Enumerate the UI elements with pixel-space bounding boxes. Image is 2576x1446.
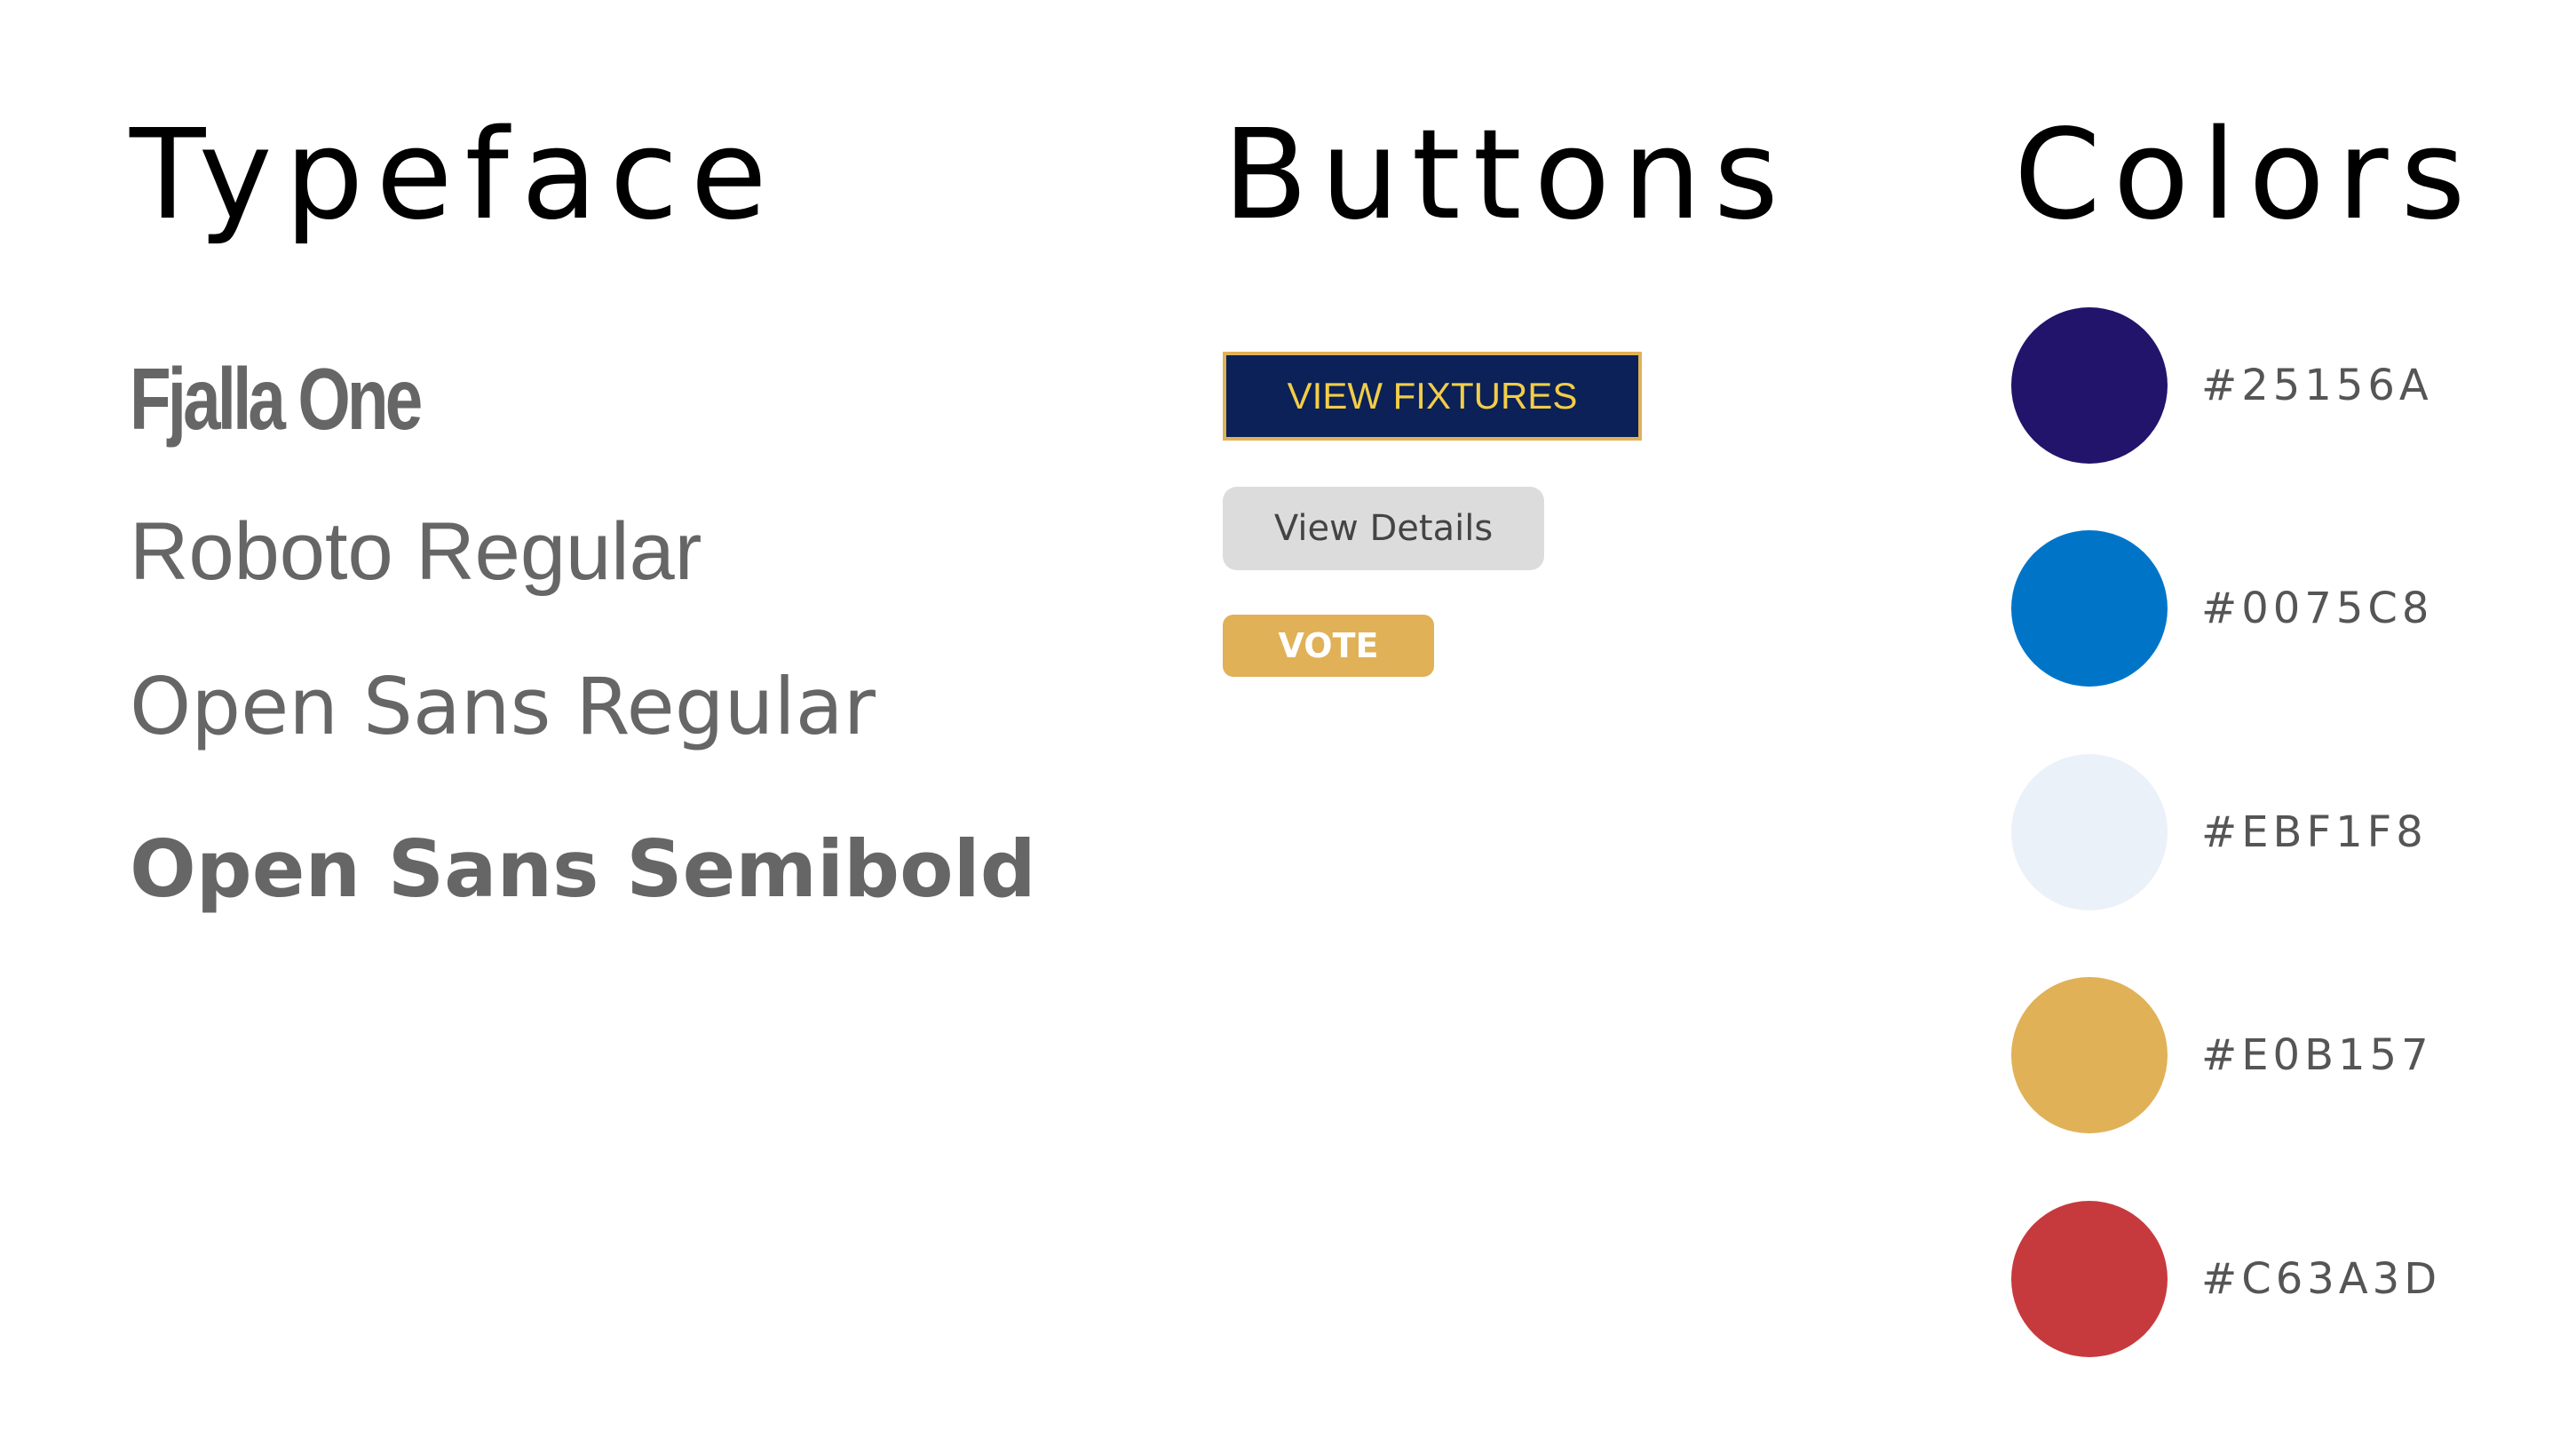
color-hex-label: #25156A (2201, 361, 2433, 410)
color-row: #25156A (2011, 307, 2433, 464)
font-sample-open-sans-regular: Open Sans Regular (130, 661, 876, 752)
view-fixtures-button[interactable]: VIEW FIXTURES (1223, 352, 1642, 441)
view-details-button[interactable]: View Details (1223, 487, 1544, 570)
color-hex-label: #EBF1F8 (2201, 807, 2428, 857)
color-swatch (2011, 754, 2168, 910)
color-swatch (2011, 1201, 2168, 1357)
color-swatch (2011, 530, 2168, 687)
color-row: #0075C8 (2011, 530, 2433, 687)
buttons-heading: Buttons (1223, 103, 1791, 248)
color-swatch (2011, 307, 2168, 464)
colors-heading: Colors (2014, 103, 2478, 248)
color-swatch (2011, 977, 2168, 1133)
color-row: #C63A3D (2011, 1201, 2441, 1357)
font-sample-roboto-regular: Roboto Regular (130, 506, 702, 597)
typeface-heading: Typeface (130, 103, 780, 248)
color-hex-label: #C63A3D (2201, 1254, 2442, 1304)
vote-button[interactable]: VOTE (1223, 615, 1434, 677)
color-row: #E0B157 (2011, 977, 2433, 1133)
font-sample-open-sans-semibold: Open Sans Semibold (130, 823, 1036, 915)
color-row: #EBF1F8 (2011, 754, 2428, 910)
color-hex-label: #0075C8 (2201, 584, 2434, 633)
font-sample-fjalla-one: Fjalla One (130, 350, 423, 448)
color-hex-label: #E0B157 (2201, 1030, 2433, 1080)
